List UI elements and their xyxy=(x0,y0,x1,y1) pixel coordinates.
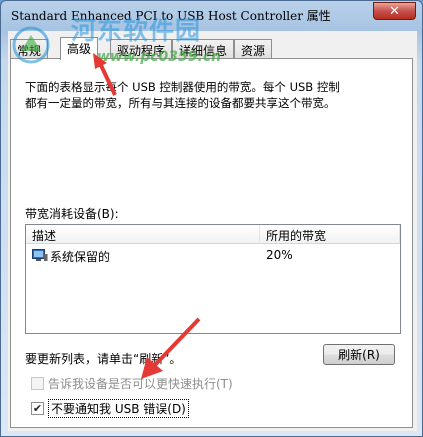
column-description[interactable]: 描述 xyxy=(26,225,260,244)
close-button[interactable]: ✕ xyxy=(373,2,416,20)
no-usb-errors-option: ✔ 不要通知我 USB 错误(D) xyxy=(31,399,189,418)
column-bandwidth[interactable]: 所用的带宽 xyxy=(260,225,400,244)
no-usb-errors-checkbox[interactable]: ✔ xyxy=(31,402,44,415)
bandwidth-devices-label: 带宽消耗设备(B): xyxy=(25,207,119,221)
refresh-button[interactable]: 刷新(R) xyxy=(323,344,395,365)
close-icon: ✕ xyxy=(389,3,400,19)
annotation-arrow-up-icon xyxy=(93,53,117,96)
list-header: 描述 所用的带宽 xyxy=(26,225,400,244)
bandwidth-description: 下面的表格显示每个 USB 控制器使用的带宽。每个 USB 控制 都有一定量的带… xyxy=(25,79,405,111)
tab-resources[interactable]: 资源 xyxy=(234,39,273,59)
row-description: 系统保留的 xyxy=(50,250,111,264)
description-line-1: 下面的表格显示每个 USB 控制器使用的带宽。每个 USB 控制 xyxy=(25,80,340,94)
title-bar[interactable]: Standard Enhanced PCI to USB Host Contro… xyxy=(1,1,422,27)
row-bandwidth: 20% xyxy=(266,248,293,262)
no-usb-errors-label: 不要通知我 USB 错误(D) xyxy=(48,399,189,418)
system-device-icon xyxy=(32,249,48,261)
annotation-arrow-down-icon xyxy=(141,317,201,379)
watermark-site-name: 河东软件园 xyxy=(71,16,202,45)
list-item[interactable]: 系统保留的 20% xyxy=(26,247,400,265)
properties-dialog: Standard Enhanced PCI to USB Host Contro… xyxy=(0,0,423,437)
dialog-client-area: 常规 高级 驱动程序 详细信息 资源 下面的表格显示每个 USB 控制器使用的带… xyxy=(8,31,417,431)
notify-fast-checkbox[interactable] xyxy=(31,377,44,390)
bandwidth-list[interactable]: 描述 所用的带宽 系统保留的 20% xyxy=(25,224,401,334)
watermark-emblem-icon xyxy=(12,26,50,64)
tab-panel-advanced: 下面的表格显示每个 USB 控制器使用的带宽。每个 USB 控制 都有一定量的带… xyxy=(10,58,413,428)
description-line-2: 都有一定量的带宽，所有与其连接的设备都要共享这个带宽。 xyxy=(25,96,336,110)
